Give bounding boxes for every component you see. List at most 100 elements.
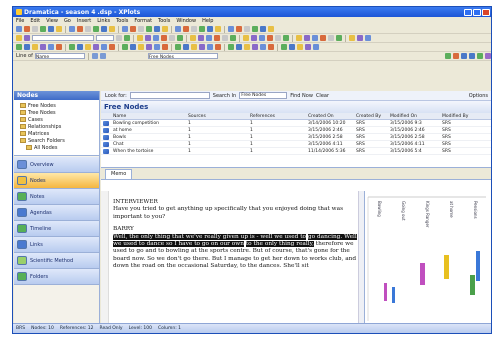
model-icon[interactable] <box>283 35 289 41</box>
query-icon[interactable] <box>296 35 302 41</box>
paste-icon[interactable] <box>175 26 181 32</box>
nav-notes[interactable]: Notes <box>14 189 99 205</box>
tree-item-all-nodes[interactable]: All Nodes <box>16 144 97 151</box>
menu-window[interactable]: Window <box>176 18 196 24</box>
query-icon[interactable] <box>236 26 242 32</box>
open-icon[interactable] <box>236 44 242 50</box>
save-icon[interactable] <box>24 35 30 41</box>
menu-tools[interactable]: Tools <box>158 18 170 24</box>
memo-icon[interactable] <box>161 35 167 41</box>
vertical-scrollbar[interactable] <box>358 191 364 325</box>
paste-icon[interactable] <box>162 44 168 50</box>
document-view[interactable]: INTERVIEWER Have you tried to get anythi… <box>101 191 365 325</box>
new-icon[interactable] <box>16 26 22 32</box>
memo-icon[interactable] <box>215 26 221 32</box>
menu-format[interactable]: Format <box>134 18 152 24</box>
nav-icon[interactable] <box>99 53 106 59</box>
redo-icon[interactable] <box>137 35 143 41</box>
memo-icon[interactable] <box>485 53 491 59</box>
tree-item-search-folders[interactable]: Search Folders <box>16 137 97 144</box>
redo-icon[interactable] <box>365 35 371 41</box>
code-icon[interactable] <box>445 53 451 59</box>
menu-help[interactable]: Help <box>202 18 213 24</box>
memo-icon[interactable] <box>275 35 281 41</box>
print-icon[interactable] <box>268 26 274 32</box>
cut-icon[interactable] <box>32 44 38 50</box>
col-references[interactable]: References <box>248 113 306 119</box>
query-icon[interactable] <box>109 44 115 50</box>
chart-icon[interactable] <box>215 44 221 50</box>
table-row[interactable]: at home 1 1 3/15/2006 2:46 SRS 3/15/2006… <box>101 127 491 134</box>
find-icon[interactable] <box>69 44 75 50</box>
nav-agendas[interactable]: Agendas <box>14 205 99 221</box>
new-icon[interactable] <box>244 26 250 32</box>
node-icon[interactable] <box>461 53 467 59</box>
maximize-button[interactable] <box>473 8 481 16</box>
memo-icon[interactable] <box>313 44 319 50</box>
find-icon[interactable] <box>199 26 205 32</box>
node-icon[interactable] <box>469 53 475 59</box>
nav-folders[interactable]: Folders <box>14 269 99 285</box>
paste-icon[interactable] <box>349 35 355 41</box>
new-icon[interactable] <box>228 44 234 50</box>
nav-nodes[interactable]: Nodes <box>14 173 99 189</box>
stripe-bar-5[interactable] <box>384 283 387 301</box>
table-row[interactable]: When the tortoise 1 1 11/14/2006 5:36 SR… <box>101 148 491 155</box>
selected-text[interactable]: to the only thing really, <box>245 241 314 248</box>
save-icon[interactable] <box>146 26 152 32</box>
link-icon[interactable] <box>153 35 159 41</box>
tree-item-cases[interactable]: Cases <box>16 116 97 123</box>
selected-text[interactable]: Well, the only thing that we've really g… <box>113 233 307 240</box>
stripe-bar-4[interactable] <box>392 287 395 303</box>
tab-memo[interactable]: Memo <box>105 169 133 179</box>
cut-icon[interactable] <box>162 26 168 32</box>
open-icon[interactable] <box>122 44 128 50</box>
model-icon[interactable] <box>93 44 99 50</box>
close-button[interactable] <box>482 8 490 16</box>
save-icon[interactable] <box>130 44 136 50</box>
document-text[interactable]: INTERVIEWER Have you tried to get anythi… <box>113 199 359 276</box>
copy-icon[interactable] <box>40 44 46 50</box>
print-icon[interactable] <box>24 44 30 50</box>
menu-go[interactable]: Go <box>64 18 71 24</box>
redo-icon[interactable] <box>191 26 197 32</box>
table-row[interactable]: Bowls 1 1 3/15/2006 2:58 SRS 3/15/2006 2… <box>101 134 491 141</box>
col-icon[interactable] <box>101 113 111 119</box>
find-icon[interactable] <box>259 35 265 41</box>
memo-icon[interactable] <box>101 26 107 32</box>
save-icon[interactable] <box>244 44 250 50</box>
menu-edit[interactable]: Edit <box>30 18 40 24</box>
col-created-by[interactable]: Created By <box>354 113 388 119</box>
model-icon[interactable] <box>207 44 213 50</box>
redo-icon[interactable] <box>77 26 83 32</box>
open-icon[interactable] <box>138 26 144 32</box>
chart-icon[interactable] <box>101 44 107 50</box>
menu-insert[interactable]: Insert <box>77 18 91 24</box>
tree-item-free-nodes[interactable]: Free Nodes <box>16 102 97 109</box>
copy-icon[interactable] <box>230 35 236 41</box>
col-modified-by[interactable]: Modified By <box>440 113 490 119</box>
open-icon[interactable] <box>312 35 318 41</box>
stripe-bar-2[interactable] <box>470 275 475 295</box>
print-icon[interactable] <box>328 35 334 41</box>
chart-icon[interactable] <box>228 26 234 32</box>
cut-icon[interactable] <box>146 44 152 50</box>
save-icon[interactable] <box>260 26 266 32</box>
cut-icon[interactable] <box>336 35 342 41</box>
new-icon[interactable] <box>304 35 310 41</box>
undo-icon[interactable] <box>183 26 189 32</box>
nav-overview[interactable]: Overview <box>14 157 99 173</box>
menu-code[interactable]: Tools <box>116 18 128 24</box>
menu-links[interactable]: Links <box>97 18 110 24</box>
uncode-icon[interactable] <box>453 53 459 59</box>
cut-icon[interactable] <box>48 26 54 32</box>
find-now-button[interactable]: Find Now <box>290 93 313 99</box>
undo-icon[interactable] <box>69 26 75 32</box>
stripe-bar-3[interactable] <box>476 251 480 281</box>
menu-file[interactable]: File <box>16 18 24 24</box>
save-icon[interactable] <box>32 26 38 32</box>
col-sources[interactable]: Sources <box>186 113 248 119</box>
paste-icon[interactable] <box>48 44 54 50</box>
new-icon[interactable] <box>190 35 196 41</box>
open-icon[interactable] <box>24 26 30 32</box>
